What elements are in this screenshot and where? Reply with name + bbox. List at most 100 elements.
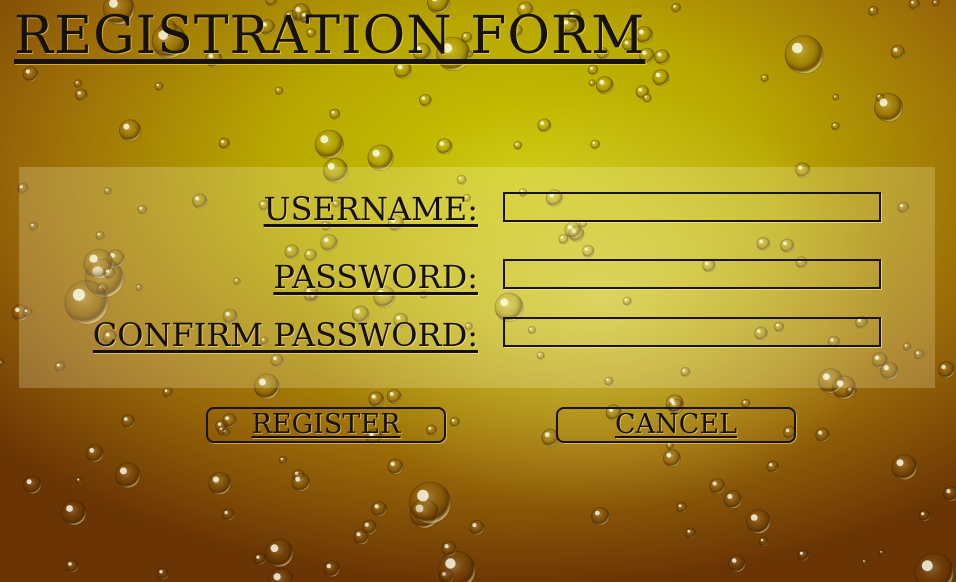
water-drop [409,498,440,529]
water-drop [938,361,955,379]
water-drop-highlight [769,463,773,467]
water-drop [671,2,681,13]
water-drop-highlight [590,81,592,83]
water-drop-highlight [879,98,888,107]
water-drop-highlight [921,560,933,572]
water-drop-highlight [270,544,279,553]
water-drop-highlight [544,432,550,437]
water-drop-highlight [727,494,733,499]
water-drop-highlight [792,42,803,54]
water-drop [208,471,232,495]
water-drop-highlight [124,417,128,421]
water-drop [588,79,596,87]
water-drop-highlight [256,555,260,559]
water-drop [587,64,599,76]
cancel-button[interactable]: Cancel [556,407,796,443]
water-drop-highlight [673,5,676,8]
water-drop-highlight [273,573,281,581]
water-drop-highlight [870,8,874,11]
water-drop [323,560,340,578]
water-drop [666,441,674,450]
water-drop-highlight [671,401,676,406]
water-drop-highlight [893,47,898,52]
water-drop [891,454,918,481]
water-drop-highlight [280,457,283,460]
water-drop-highlight [946,489,951,494]
water-drop-highlight [731,558,737,563]
water-drop-highlight [834,95,836,97]
water-drop-highlight [295,476,301,482]
water-drop-highlight [911,0,914,4]
water-drop [797,549,810,561]
water-drop [815,427,830,443]
water-drop-highlight [762,75,765,78]
water-drop [908,0,920,10]
water-drop [268,568,295,582]
water-drop-highlight [750,514,758,521]
water-drop-highlight [877,95,880,98]
username-input[interactable] [503,192,881,222]
water-drop [943,485,956,502]
water-drop [635,85,650,99]
water-drop [931,0,940,7]
water-drop [878,549,886,557]
water-drop-highlight [0,360,1,363]
water-drop [408,481,452,524]
water-drop [61,500,87,526]
water-drop-highlight [212,476,219,483]
water-drop [154,82,164,91]
water-drop-highlight [164,389,168,392]
water-drop-highlight [896,459,904,467]
water-drop-highlight [743,400,746,404]
water-drop-highlight [540,121,544,125]
water-drop [760,74,769,83]
water-drop [685,527,697,539]
water-drop [361,519,377,535]
username-label: Username: [263,190,478,228]
water-drop [875,93,885,103]
water-drop [75,476,84,485]
water-drop-highlight [638,87,642,92]
water-drop-highlight [417,489,429,502]
water-drop [439,569,454,582]
water-drop [85,444,104,463]
water-drop [156,567,169,580]
water-drop [75,88,88,102]
water-drop-highlight [687,529,691,533]
water-drop-highlight [119,467,127,475]
water-drop [784,35,824,75]
water-drop-highlight [77,478,80,481]
water-drop [676,501,688,513]
water-drop-highlight [589,66,593,70]
water-drop-highlight [863,560,865,562]
water-drop-highlight [123,123,130,130]
water-drop-highlight [26,479,32,485]
confirm-password-input[interactable] [503,317,881,347]
water-drop [292,469,305,482]
water-drop-highlight [331,110,335,114]
water-drop-highlight [515,142,518,146]
water-drop-highlight [921,512,925,516]
water-drop [663,449,681,468]
water-drop-highlight [799,551,803,555]
water-drop [874,93,904,123]
register-button[interactable]: Register [206,407,446,443]
water-drop-highlight [320,135,329,144]
water-drop-highlight [667,443,670,446]
water-drop [119,119,142,142]
water-drop-highlight [472,523,477,528]
password-input[interactable] [503,259,881,289]
water-drop [274,86,284,95]
water-drop-highlight [592,141,595,144]
water-drop-highlight [224,510,228,515]
water-drop [353,529,370,545]
water-drop [329,108,341,120]
water-drop-highlight [599,79,605,85]
water-drop-highlight [415,504,424,513]
water-drop [469,520,485,536]
water-drop [253,552,266,566]
water-drop [121,414,136,429]
water-drop [0,359,5,368]
water-drop-highlight [644,95,647,98]
water-drop [890,44,906,60]
